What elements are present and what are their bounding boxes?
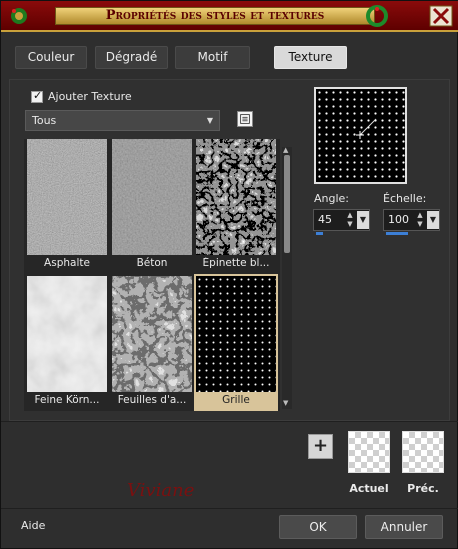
divider	[1, 508, 458, 509]
cancel-button[interactable]: Annuler	[365, 515, 443, 539]
divider	[1, 421, 458, 422]
chevron-down-icon: ▼	[206, 116, 213, 125]
tab-motif[interactable]: Motif	[175, 46, 250, 69]
category-dropdown[interactable]: Tous ▼	[25, 110, 220, 131]
tab-degrade[interactable]: Dégradé	[95, 46, 168, 69]
angle-label: Angle:	[314, 192, 350, 205]
angle-spinbox[interactable]: 45 ▲ ▼ ▼	[313, 209, 370, 235]
add-texture-checkbox[interactable]: ✓	[31, 89, 43, 103]
close-icon[interactable]	[429, 5, 453, 27]
tile-caption: Grille	[222, 394, 250, 406]
scroll-up-icon[interactable]: ▲	[283, 146, 288, 154]
angle-value: 45	[318, 213, 332, 226]
scale-label: Échelle:	[383, 192, 427, 205]
chevron-down-icon[interactable]: ▼	[427, 211, 439, 229]
tile-caption: Feine Körn...	[34, 394, 100, 406]
asphalt-texture-thumbnail	[27, 139, 107, 255]
grid-texture-thumbnail	[196, 276, 276, 392]
checkbox-check-icon: ✓	[33, 89, 43, 102]
texture-tile-fine-grain[interactable]: Feine Körn...	[27, 276, 107, 411]
spin-up-down-icon[interactable]: ▲ ▼	[414, 211, 426, 229]
ok-button[interactable]: OK	[279, 515, 357, 539]
scroll-down-icon[interactable]: ▼	[283, 399, 288, 407]
gallery-scrollbar[interactable]: ▲ ▼	[282, 146, 292, 409]
tile-caption: Épinette bl...	[202, 257, 270, 269]
scrollbar-thumb[interactable]	[284, 155, 290, 253]
dialog-window: Propriétés des styles et textures Couleu…	[0, 0, 458, 549]
previous-swatch[interactable]	[402, 431, 444, 473]
tile-caption: Béton	[136, 257, 168, 269]
tile-caption: Asphalte	[44, 257, 90, 269]
texture-tile-concrete[interactable]: Béton	[112, 139, 192, 274]
texture-tile-leaves[interactable]: Feuilles d'a...	[112, 276, 192, 411]
add-texture-label[interactable]: Ajouter Texture	[48, 90, 132, 103]
watermark-signature: Viviane	[127, 480, 195, 501]
texture-library-icon[interactable]	[237, 111, 253, 127]
angle-level-bar	[316, 232, 323, 235]
scale-spinbox[interactable]: 100 ▲ ▼ ▼	[383, 209, 440, 235]
ribbon-decoration-icon	[11, 8, 27, 24]
plus-icon: +	[312, 435, 329, 456]
scale-level-bar	[386, 232, 408, 235]
angle-indicator-icon	[356, 118, 377, 139]
window-title: Propriétés des styles et textures	[55, 7, 375, 25]
add-swatch-button[interactable]: +	[308, 434, 333, 459]
scale-value: 100	[388, 213, 409, 226]
tab-texture[interactable]: Texture	[274, 46, 347, 69]
texture-preview[interactable]	[314, 87, 407, 184]
leaves-texture-thumbnail	[112, 276, 192, 392]
texture-tile-grid[interactable]: Grille	[194, 274, 278, 411]
texture-gallery: Asphalte Béton Épinette bl... Feine Körn…	[24, 139, 280, 411]
spruce-texture-thumbnail	[196, 139, 276, 255]
tile-caption: Feuilles d'a...	[117, 394, 187, 406]
tab-couleur[interactable]: Couleur	[15, 46, 87, 69]
fine-grain-texture-thumbnail	[27, 276, 107, 392]
current-label: Actuel	[349, 482, 389, 495]
texture-tile-spruce[interactable]: Épinette bl...	[196, 139, 276, 274]
title-bar: Propriétés des styles et textures	[1, 1, 458, 32]
previous-label: Préc.	[407, 482, 439, 495]
wreath-decoration-icon	[366, 5, 388, 27]
current-swatch[interactable]	[348, 431, 390, 473]
chevron-down-icon[interactable]: ▼	[357, 211, 369, 229]
help-link[interactable]: Aide	[21, 519, 45, 532]
texture-tile-asphalt[interactable]: Asphalte	[27, 139, 107, 274]
concrete-texture-thumbnail	[112, 139, 192, 255]
category-value: Tous	[32, 114, 57, 127]
spin-up-down-icon[interactable]: ▲ ▼	[344, 211, 356, 229]
